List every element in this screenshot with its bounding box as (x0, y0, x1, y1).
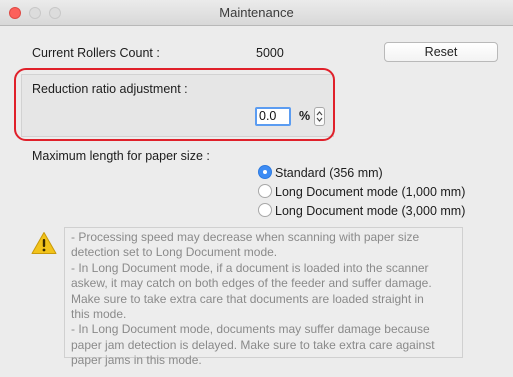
note-line: - Processing speed may decrease when sca… (71, 230, 420, 244)
note-line: - In Long Document mode, if a document i… (71, 260, 429, 275)
note-line: detection set to Long Document mode. (71, 245, 278, 260)
radio-standard[interactable] (258, 165, 272, 179)
rollers-count-label: Current Rollers Count : (32, 46, 160, 60)
warning-icon (31, 232, 57, 254)
maintenance-window: Maintenance Current Rollers Count : 5000… (0, 0, 513, 377)
note-line: this mode. (71, 307, 127, 322)
paper-size-label: Maximum length for paper size : (32, 149, 210, 163)
window-title: Maintenance (219, 5, 294, 20)
rollers-count-value: 5000 (256, 46, 284, 60)
radio-long-1000-label[interactable]: Long Document mode (1,000 mm) (275, 185, 465, 199)
note-line: paper jam detection is delayed. Make sur… (71, 337, 435, 352)
note-line: - In Long Document mode, documents may s… (71, 322, 430, 337)
warning-note: - Processing speed may decrease when sca… (64, 227, 463, 367)
highlight-outline (14, 68, 335, 141)
note-line: Make sure to take extra care that docume… (71, 291, 424, 306)
title-bar: Maintenance (0, 0, 513, 26)
radio-long-3000[interactable] (258, 203, 272, 217)
note-line: askew, it may catch on both edges of the… (71, 276, 432, 291)
note-line: paper jams in this mode. (71, 353, 202, 368)
radio-standard-label[interactable]: Standard (356 mm) (275, 166, 383, 180)
radio-long-3000-label[interactable]: Long Document mode (3,000 mm) (275, 204, 465, 218)
radio-long-1000[interactable] (258, 184, 272, 198)
reset-button[interactable]: Reset (384, 42, 498, 62)
